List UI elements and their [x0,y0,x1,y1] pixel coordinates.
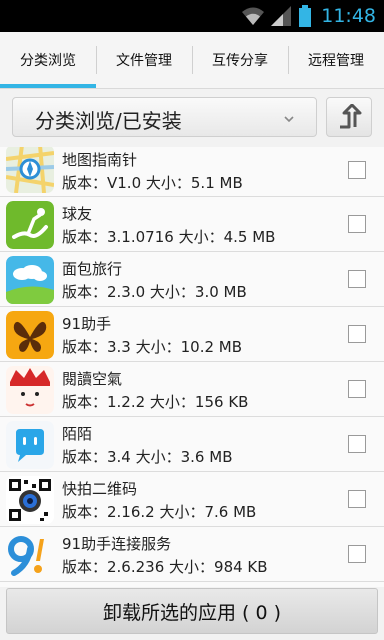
up-directory-button[interactable] [326,97,372,137]
app-select-checkbox[interactable] [348,435,366,453]
list-item[interactable]: 91助手连接服务 版本：2.6.236 大小：984 KB [0,527,384,582]
signal-icon [271,6,292,26]
list-item[interactable]: 陌陌 版本：3.4 大小：3.6 MB [0,417,384,472]
app-version-size: 版本：3.3 大小：10.2 MB [62,338,243,356]
ninety-one-icon [6,531,54,579]
app-select-checkbox[interactable] [348,161,366,179]
list-item[interactable]: 地图指南针 版本：V1.0 大小：5.1 MB [0,147,384,197]
tab-label: 文件管理 [116,53,172,69]
app-name: 快拍二维码 [62,480,138,498]
tab-bar: 分类浏览 文件管理 互传分享 远程管理 [0,32,384,89]
chevron-down-icon [284,116,294,123]
up-arrow-icon [340,104,362,129]
chat-bubble-icon [6,421,54,469]
tab-remote-manage[interactable]: 远程管理 [288,32,384,88]
app-select-checkbox[interactable] [348,325,366,343]
app-version-size: 版本：2.3.0 大小：3.0 MB [62,283,247,301]
tab-category-browse[interactable]: 分类浏览 [0,32,96,88]
app-version-size: 版本：3.4 大小：3.6 MB [62,448,233,466]
app-version-size: 版本：1.2.2 大小：156 KB [62,393,249,411]
tab-label: 分类浏览 [20,53,76,69]
category-dropdown-label: 分类浏览/已安装 [35,109,182,133]
tab-file-manager[interactable]: 文件管理 [96,32,192,88]
uninstall-selected-button[interactable]: 卸载所选的应用 ( 0 ) [6,588,378,634]
app-name: 面包旅行 [62,260,123,278]
app-select-checkbox[interactable] [348,215,366,233]
app-version-size: 版本：V1.0 大小：5.1 MB [62,174,243,192]
app-name: 91助手连接服务 [62,535,172,553]
list-item[interactable]: 快拍二维码 版本：2.16.2 大小：7.6 MB [0,472,384,527]
app-list: 地图指南针 版本：V1.0 大小：5.1 MB 球友 版本：3.1.0716 大… [0,147,384,587]
app-version-size: 版本：2.6.236 大小：984 KB [62,558,268,576]
tab-label: 远程管理 [308,53,364,69]
app-select-checkbox[interactable] [348,545,366,563]
toolbar: 分类浏览/已安装 [0,89,384,147]
cloud-landscape-icon [6,256,54,304]
list-item[interactable]: 閱讀空氣 版本：1.2.2 大小：156 KB [0,362,384,417]
app-name: 陌陌 [62,425,93,443]
face-icon [6,366,54,414]
list-item[interactable]: 球友 版本：3.1.0716 大小：4.5 MB [0,197,384,252]
app-select-checkbox[interactable] [348,270,366,288]
tab-share[interactable]: 互传分享 [192,32,288,88]
list-item[interactable]: 面包旅行 版本：2.3.0 大小：3.0 MB [0,252,384,307]
app-name: 球友 [62,205,93,223]
app-select-checkbox[interactable] [348,490,366,508]
wifi-icon [242,7,265,25]
list-item[interactable]: 91助手 版本：3.3 大小：10.2 MB [0,307,384,362]
app-select-checkbox[interactable] [348,380,366,398]
app-name: 閱讀空氣 [62,370,123,388]
tab-label: 互传分享 [212,53,268,69]
map-compass-icon [6,147,54,193]
golfer-icon [6,201,54,249]
app-name: 91助手 [62,315,112,333]
app-version-size: 版本：2.16.2 大小：7.6 MB [62,503,257,521]
uninstall-button-label: 卸载所选的应用 ( 0 ) [102,601,282,624]
clock: 11:48 [321,5,376,27]
app-name: 地图指南针 [62,151,138,169]
qr-camera-icon [6,476,54,524]
butterfly-icon [6,311,54,359]
battery-icon [299,5,312,27]
app-version-size: 版本：3.1.0716 大小：4.5 MB [62,228,276,246]
status-bar: 11:48 [0,0,384,32]
category-dropdown[interactable]: 分类浏览/已安装 [12,97,317,137]
